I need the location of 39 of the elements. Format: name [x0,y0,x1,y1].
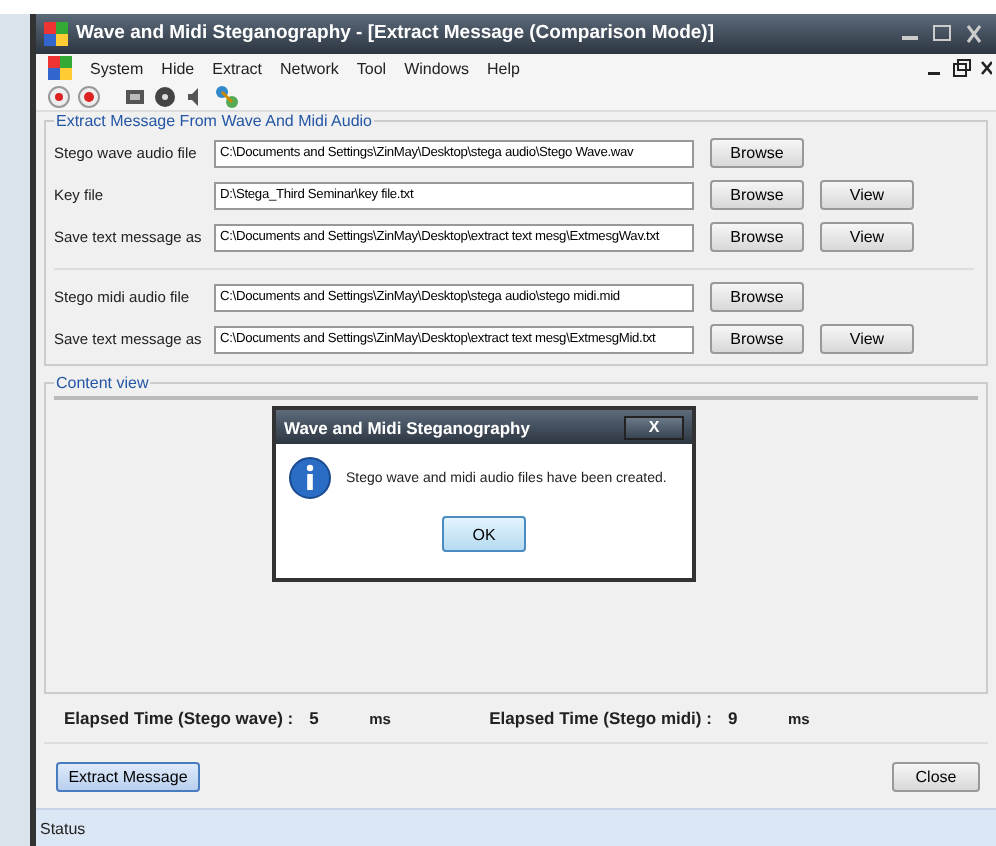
file-button[interactable]: Browse [710,180,804,211]
menu-item[interactable]: Help [487,59,520,78]
disc-icon[interactable] [154,86,176,109]
file-button[interactable]: Browse [710,138,804,169]
close-icon[interactable] [980,58,992,79]
menu-item[interactable]: Windows [404,59,470,78]
film-icon[interactable] [124,86,146,109]
app-icon [44,21,68,46]
file-button[interactable]: View [820,180,914,211]
file-button[interactable]: Browse [710,222,804,253]
file-button[interactable]: View [820,324,914,355]
elapsed-label: Elapsed Time (Stego midi) : [489,708,712,729]
record-icon[interactable] [78,86,100,109]
file-button[interactable]: Browse [710,282,804,313]
app-icon [48,56,72,81]
menu-item[interactable]: System [90,59,144,78]
elapsed-value: 5 [309,708,321,729]
file-button[interactable]: View [820,222,914,253]
elapsed-value: 9 [727,708,740,729]
menu-item[interactable]: Network [280,59,339,78]
record-icon[interactable] [48,86,70,109]
dialog-title: Wave and Midi Steganography [284,417,530,437]
file-button[interactable]: Browse [710,324,804,355]
info-icon [288,456,332,500]
ok-button[interactable]: OK [442,516,526,552]
close-button[interactable]: Close [892,761,980,792]
menu-item[interactable]: Tool [356,59,387,78]
group-title: Extract Message From Wave And Midi Audio [54,112,374,131]
restore-icon[interactable] [952,58,972,79]
status-text: Status [40,819,86,838]
menu-item[interactable]: Extract [212,59,263,78]
window-title: Wave and Midi Steganography - [Extract Message (Comparison Mode)] [76,22,715,45]
dialog-close-button[interactable]: X [624,415,684,439]
extract-button[interactable]: Extract Message [56,761,200,792]
maximize-icon[interactable] [928,23,956,44]
network-icon[interactable] [214,84,240,111]
group-title: Content view [54,374,151,393]
menu-item[interactable]: Hide [161,59,195,78]
elapsed-label: Elapsed Time (Stego wave) : [64,708,294,729]
